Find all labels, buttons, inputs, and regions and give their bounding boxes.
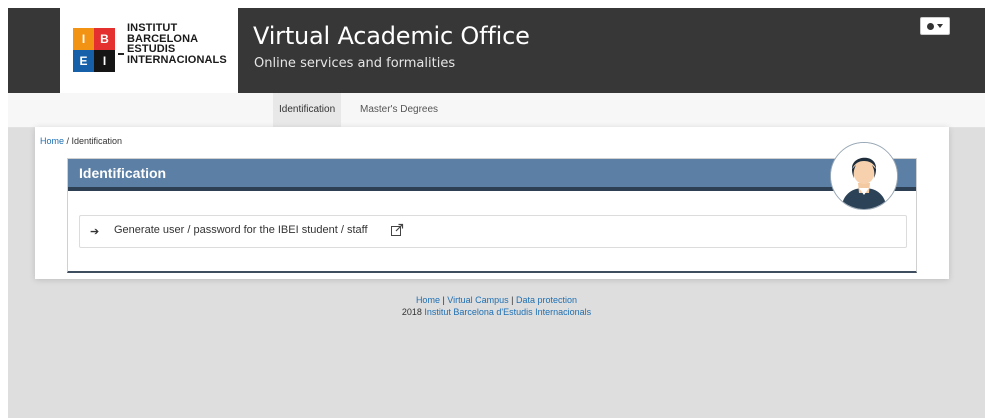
logo-cell-e: E	[73, 50, 94, 72]
breadcrumb-separator: /	[64, 136, 72, 146]
footer-year: 2018	[401, 307, 422, 317]
footer-copyright: 2018 Institut Barcelona d'Estudis Intern…	[8, 306, 985, 318]
arrow-right-icon: ➔	[90, 226, 100, 238]
logo-line: INSTITUT	[127, 22, 178, 34]
identification-card: Identification ➔ Generate user / passwor…	[67, 158, 917, 273]
footer-link-virtual-campus[interactable]: Virtual Campus	[447, 295, 508, 305]
external-link-icon	[391, 223, 404, 236]
footer: Home | Virtual Campus | Data protection …	[8, 294, 985, 318]
ibei-logo[interactable]: I B E I INSTITUT BARCELONA ESTUDIS INTER…	[60, 8, 238, 93]
tab-masters-degrees[interactable]: Master's Degrees	[354, 93, 444, 127]
main-content: Home / Identification Identification ➔ G…	[35, 127, 949, 279]
logo-cell-i: I	[73, 28, 94, 50]
link-text: Generate user / password for the IBEI st…	[114, 224, 368, 236]
top-nav: Identification Master's Degrees	[8, 93, 985, 128]
logo-line: ESTUDIS	[127, 43, 176, 55]
footer-links: Home | Virtual Campus | Data protection	[8, 294, 985, 306]
generate-credentials-link[interactable]: ➔ Generate user / password for the IBEI …	[79, 215, 907, 248]
breadcrumb-current: Identification	[71, 136, 123, 146]
avatar-illustration	[831, 143, 897, 209]
logo-cell-b: B	[94, 28, 115, 50]
footer-link-data-protection[interactable]: Data protection	[516, 295, 577, 305]
user-avatar-icon	[830, 142, 898, 210]
logo-grid: I B E I	[73, 28, 115, 72]
tab-identification[interactable]: Identification	[273, 93, 342, 127]
breadcrumb-home-link[interactable]: Home	[40, 136, 64, 146]
page-frame: I B E I INSTITUT BARCELONA ESTUDIS INTER…	[8, 8, 985, 418]
header: I B E I INSTITUT BARCELONA ESTUDIS INTER…	[8, 8, 985, 93]
logo-cell-i2: I	[94, 50, 115, 72]
logo-text: INSTITUT BARCELONA ESTUDIS INTERNACIONAL…	[127, 23, 227, 65]
language-dropdown-button[interactable]	[920, 17, 950, 35]
breadcrumb: Home / Identification	[40, 136, 122, 146]
logo-dash	[118, 53, 124, 55]
footer-institution-link[interactable]: Institut Barcelona d'Estudis Internacion…	[424, 307, 591, 317]
app-title: Virtual Academic Office	[253, 22, 530, 50]
card-header: Identification	[68, 159, 916, 191]
card-title: Identification	[79, 165, 167, 181]
chevron-down-icon	[937, 24, 943, 28]
app-subtitle: Online services and formalities	[254, 56, 456, 71]
globe-icon	[927, 22, 934, 30]
footer-separator: |	[508, 295, 517, 305]
footer-link-home[interactable]: Home	[416, 295, 440, 305]
logo-line: INTERNACIONALS	[127, 53, 227, 66]
